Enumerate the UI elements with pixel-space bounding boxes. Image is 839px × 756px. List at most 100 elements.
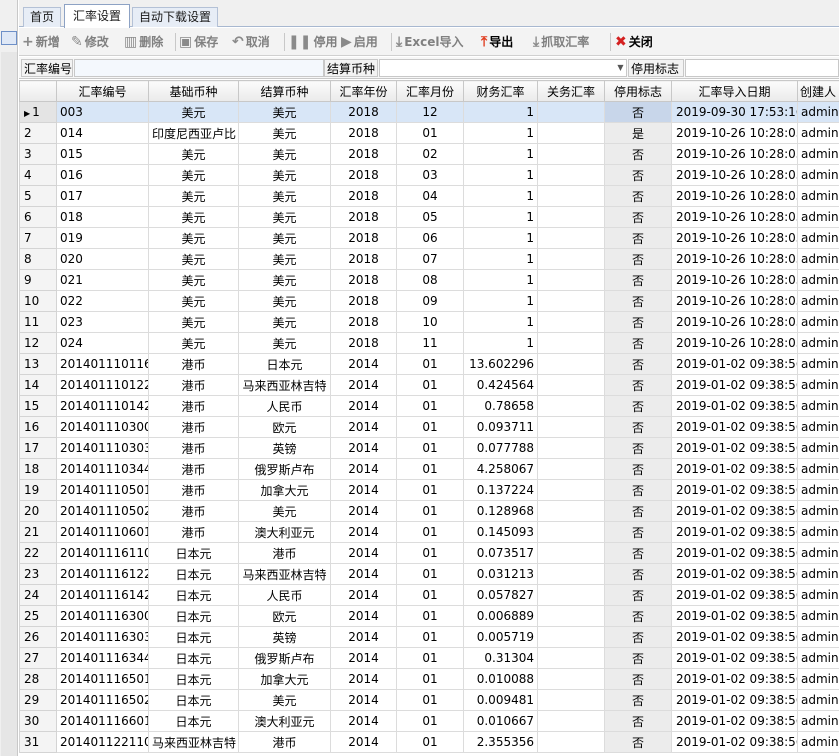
settle-currency-cell[interactable]: 英镑 xyxy=(238,437,331,459)
rate-month-cell[interactable]: 01 xyxy=(396,479,464,501)
table-row[interactable]: 22 201401116110 日本元 港币 2014 01 0.073517 否 2019-0… xyxy=(19,542,839,564)
import-date-cell[interactable]: 2019-10-26 10:28:03 xyxy=(671,122,798,144)
customs-rate-cell[interactable] xyxy=(537,122,605,144)
base-currency-cell[interactable]: 港币 xyxy=(148,374,239,396)
created-by-cell[interactable]: admin xyxy=(797,626,839,648)
stop-flag-cell[interactable]: 否 xyxy=(604,500,672,522)
edit-button[interactable]: ✎ 修改 xyxy=(71,32,109,52)
rate-year-cell[interactable]: 2018 xyxy=(330,206,397,228)
settle-currency-cell[interactable]: 加拿大元 xyxy=(238,668,331,690)
created-by-cell[interactable]: admin xyxy=(797,311,839,333)
base-currency-cell[interactable]: 美元 xyxy=(148,332,239,354)
row-number-header[interactable] xyxy=(19,80,57,102)
fetch-rate-button[interactable]: ⤓ 抓取汇率 xyxy=(533,32,589,52)
rate-code-cell[interactable]: 024 xyxy=(56,332,149,354)
row-number-cell[interactable]: 5 xyxy=(19,185,57,207)
customs-rate-cell[interactable] xyxy=(537,479,605,501)
tab-auto-download-settings[interactable]: 自动下载设置 xyxy=(132,7,218,27)
rate-year-cell[interactable]: 2014 xyxy=(330,374,397,396)
row-number-cell[interactable]: 2 xyxy=(19,122,57,144)
rate-code-cell[interactable]: 014 xyxy=(56,122,149,144)
rate-year-cell[interactable]: 2014 xyxy=(330,689,397,711)
rate-year-cell[interactable]: 2014 xyxy=(330,479,397,501)
row-number-cell[interactable]: 29 xyxy=(19,689,57,711)
customs-rate-cell[interactable] xyxy=(537,311,605,333)
created-by-cell[interactable]: admin xyxy=(797,437,839,459)
finance-rate-cell[interactable]: 0.009481 xyxy=(463,689,538,711)
rate-code-cell[interactable]: 020 xyxy=(56,248,149,270)
settle-currency-cell[interactable]: 马来西亚林吉特 xyxy=(238,374,331,396)
base-currency-cell[interactable]: 印度尼西亚卢比 xyxy=(148,122,239,144)
settle-currency-cell[interactable]: 港币 xyxy=(238,731,331,753)
created-by-cell[interactable]: admin xyxy=(797,332,839,354)
created-by-cell[interactable]: admin xyxy=(797,731,839,753)
rate-code-cell[interactable]: 021 xyxy=(56,269,149,291)
settle-currency-cell[interactable]: 欧元 xyxy=(238,416,331,438)
customs-rate-cell[interactable] xyxy=(537,269,605,291)
settle-currency-cell[interactable]: 美元 xyxy=(238,227,331,249)
rate-year-cell[interactable]: 2014 xyxy=(330,605,397,627)
finance-rate-cell[interactable]: 0.137224 xyxy=(463,479,538,501)
import-date-cell[interactable]: 2019-10-26 10:28:03 xyxy=(671,206,798,228)
finance-rate-cell[interactable]: 0.78658 xyxy=(463,395,538,417)
enable-button[interactable]: ▶ 启用 xyxy=(341,32,378,52)
table-row[interactable]: 8 020 美元 美元 2018 07 1 否 2019-10-26 10:28:03 admin xyxy=(19,248,839,270)
export-button[interactable]: ⤒ 导出 xyxy=(481,32,513,52)
row-number-cell[interactable]: ▶ 1 xyxy=(19,101,57,123)
rate-month-cell[interactable]: 03 xyxy=(396,164,464,186)
created-by-cell[interactable]: admin xyxy=(797,185,839,207)
settle-currency-cell[interactable]: 美元 xyxy=(238,101,331,123)
rate-month-cell[interactable]: 10 xyxy=(396,311,464,333)
rate-code-cell[interactable]: 201401110116 xyxy=(56,353,149,375)
table-row[interactable]: 18 201401110344 港币 俄罗斯卢布 2014 01 4.258067 否 2019… xyxy=(19,458,839,480)
customs-rate-cell[interactable] xyxy=(537,731,605,753)
table-row[interactable]: 13 201401110116 港币 日本元 2014 01 13.602296 否 2019-… xyxy=(19,353,839,375)
finance-rate-cell[interactable]: 0.005719 xyxy=(463,626,538,648)
settle-currency-cell[interactable]: 加拿大元 xyxy=(238,479,331,501)
rate-month-cell[interactable]: 01 xyxy=(396,710,464,732)
row-number-cell[interactable]: 26 xyxy=(19,626,57,648)
created-by-cell[interactable]: admin xyxy=(797,500,839,522)
table-row[interactable]: 9 021 美元 美元 2018 08 1 否 2019-10-26 10:28:03 admin xyxy=(19,269,839,291)
import-date-cell[interactable]: 2019-01-02 09:38:56 xyxy=(671,626,798,648)
base-currency-cell[interactable]: 美元 xyxy=(148,290,239,312)
row-number-cell[interactable]: 11 xyxy=(19,311,57,333)
table-row[interactable]: 7 019 美元 美元 2018 06 1 否 2019-10-26 10:28:03 admin xyxy=(19,227,839,249)
rate-year-cell[interactable]: 2014 xyxy=(330,731,397,753)
base-currency-cell[interactable]: 美元 xyxy=(148,101,239,123)
stop-flag-cell[interactable]: 否 xyxy=(604,668,672,690)
rate-code-cell[interactable]: 201401110344 xyxy=(56,458,149,480)
finance-rate-cell[interactable]: 1 xyxy=(463,101,538,123)
stop-flag-cell[interactable]: 否 xyxy=(604,143,672,165)
row-number-cell[interactable]: 22 xyxy=(19,542,57,564)
stop-flag-cell[interactable]: 否 xyxy=(604,269,672,291)
import-date-cell[interactable]: 2019-10-26 10:28:03 xyxy=(671,143,798,165)
table-row[interactable]: 19 201401110501 港币 加拿大元 2014 01 0.137224 否 2019-… xyxy=(19,479,839,501)
rate-month-cell[interactable]: 01 xyxy=(396,584,464,606)
rate-month-cell[interactable]: 01 xyxy=(396,353,464,375)
rate-month-cell[interactable]: 01 xyxy=(396,374,464,396)
settle-currency-cell[interactable]: 俄罗斯卢布 xyxy=(238,458,331,480)
base-currency-cell[interactable]: 美元 xyxy=(148,164,239,186)
import-date-cell[interactable]: 2019-01-02 09:38:56 xyxy=(671,521,798,543)
finance-rate-cell[interactable]: 0.145093 xyxy=(463,521,538,543)
created-by-cell[interactable]: admin xyxy=(797,374,839,396)
rate-code-cell[interactable]: 019 xyxy=(56,227,149,249)
customs-rate-cell[interactable] xyxy=(537,668,605,690)
settle-currency-cell[interactable]: 马来西亚林吉特 xyxy=(238,563,331,585)
rate-year-cell[interactable]: 2018 xyxy=(330,164,397,186)
customs-rate-cell[interactable] xyxy=(537,101,605,123)
rate-year-cell[interactable]: 2018 xyxy=(330,101,397,123)
column-header[interactable]: 财务汇率 xyxy=(463,80,538,102)
rate-month-cell[interactable]: 01 xyxy=(396,500,464,522)
finance-rate-cell[interactable]: 1 xyxy=(463,290,538,312)
finance-rate-cell[interactable]: 1 xyxy=(463,269,538,291)
rate-month-cell[interactable]: 01 xyxy=(396,605,464,627)
stop-flag-cell[interactable]: 否 xyxy=(604,605,672,627)
stop-flag-cell[interactable]: 否 xyxy=(604,479,672,501)
stop-flag-cell[interactable]: 否 xyxy=(604,395,672,417)
rate-month-cell[interactable]: 01 xyxy=(396,563,464,585)
finance-rate-cell[interactable]: 1 xyxy=(463,227,538,249)
base-currency-cell[interactable]: 美元 xyxy=(148,269,239,291)
row-number-cell[interactable]: 15 xyxy=(19,395,57,417)
